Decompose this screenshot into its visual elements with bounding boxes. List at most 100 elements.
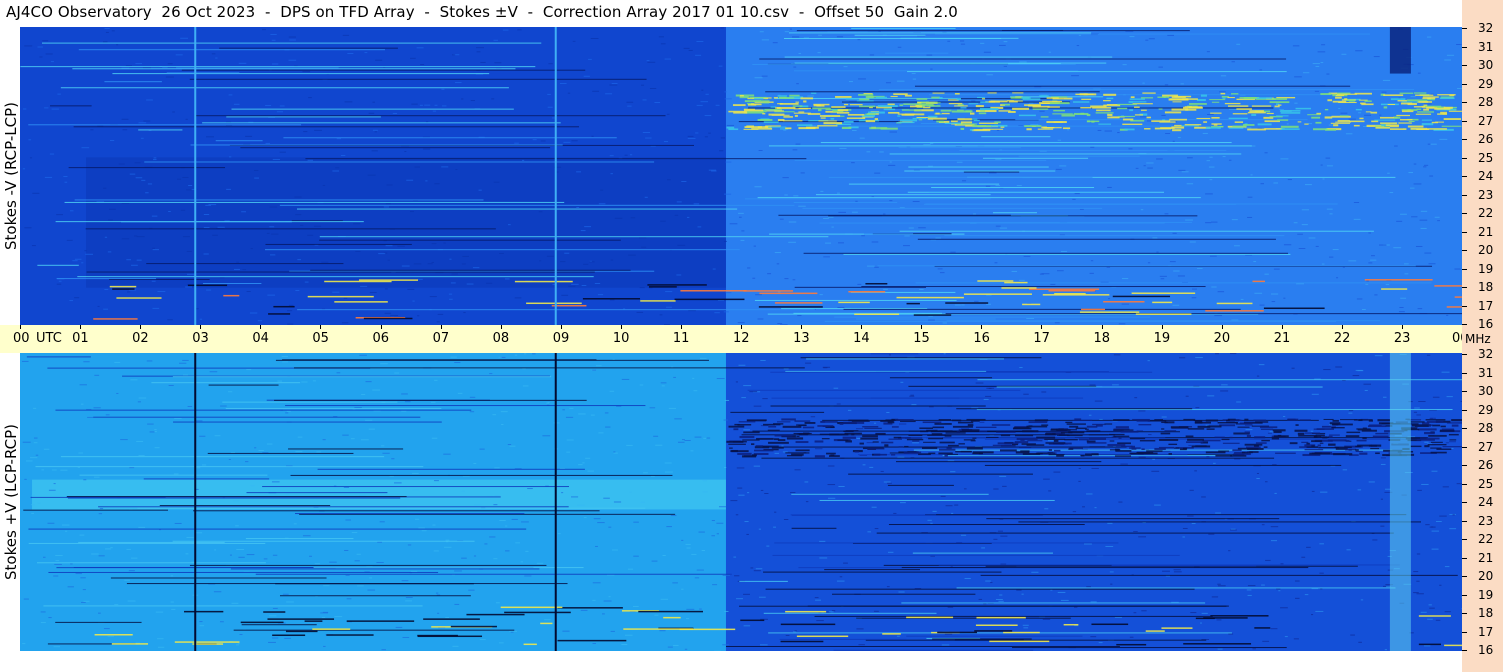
emission-dash xyxy=(891,426,899,428)
noise-speck xyxy=(1449,441,1456,443)
noise-speck xyxy=(455,169,458,171)
noise-speck xyxy=(736,467,745,469)
emission-dash xyxy=(1345,448,1357,451)
noise-speck xyxy=(1019,367,1023,369)
rfi-line xyxy=(778,214,1011,216)
emission-dash xyxy=(800,97,814,100)
emission-dash xyxy=(1361,429,1377,432)
noise-speck xyxy=(266,232,270,234)
emission-dash xyxy=(1415,113,1432,115)
noise-speck xyxy=(1028,102,1034,104)
noise-speck xyxy=(381,445,385,447)
noise-speck xyxy=(147,423,154,425)
noise-speck xyxy=(1208,533,1215,535)
noise-speck xyxy=(1148,38,1155,40)
emission-dash xyxy=(957,421,974,424)
interference-column xyxy=(1389,353,1411,651)
rfi-line xyxy=(319,239,621,241)
noise-speck xyxy=(1072,511,1077,513)
noise-speck xyxy=(1172,304,1180,306)
noise-speck xyxy=(387,259,390,261)
noise-speck xyxy=(93,407,101,409)
time-tick xyxy=(1041,325,1043,329)
rfi-line xyxy=(290,474,673,476)
emission-dash xyxy=(1244,418,1249,421)
noise-speck xyxy=(708,132,711,134)
noise-speck xyxy=(173,473,179,475)
noise-speck xyxy=(676,274,682,276)
emission-dash xyxy=(1059,434,1069,436)
noise-speck xyxy=(1270,540,1277,542)
noise-speck xyxy=(121,238,130,240)
noise-speck xyxy=(942,322,947,324)
emission-dash xyxy=(1451,419,1462,422)
noise-speck xyxy=(578,464,583,466)
noise-speck xyxy=(1195,407,1200,409)
noise-speck xyxy=(569,407,574,409)
emission-dash xyxy=(1170,426,1189,429)
emission-dash xyxy=(837,439,849,441)
noise-speck xyxy=(993,488,999,490)
noise-speck xyxy=(722,644,729,646)
noise-speck xyxy=(836,580,845,582)
rfi-line xyxy=(843,308,1241,310)
noise-speck xyxy=(838,485,845,487)
emission-dash xyxy=(754,97,764,100)
noise-speck xyxy=(747,267,751,269)
noise-speck xyxy=(956,161,963,163)
noise-speck xyxy=(1088,414,1092,416)
noise-speck xyxy=(309,555,312,557)
rfi-line xyxy=(803,252,1289,254)
low-band-dash xyxy=(111,643,149,645)
noise-speck xyxy=(514,354,518,356)
noise-speck xyxy=(767,273,772,275)
noise-speck xyxy=(170,575,174,577)
low-band-dash xyxy=(1364,279,1433,281)
emission-dash xyxy=(1113,435,1130,437)
noise-speck xyxy=(372,389,381,391)
emission-dash xyxy=(1337,93,1357,95)
noise-speck xyxy=(588,58,592,60)
frequency-tick-label: 25 xyxy=(1478,476,1494,491)
noise-speck xyxy=(1381,91,1387,93)
noise-speck xyxy=(777,323,783,325)
noise-speck xyxy=(776,263,780,265)
emission-dash xyxy=(904,94,912,97)
emission-dash xyxy=(986,436,999,438)
noise-speck xyxy=(1429,417,1433,419)
noise-speck xyxy=(759,31,764,33)
emission-dash xyxy=(765,125,781,127)
noise-speck xyxy=(140,137,144,139)
rfi-line xyxy=(848,183,1000,185)
noise-speck xyxy=(896,80,905,82)
emission-dash xyxy=(1088,434,1109,436)
emission-dash xyxy=(1261,439,1270,442)
emission-dash xyxy=(1012,443,1018,446)
emission-dash xyxy=(781,418,796,421)
emission-dash xyxy=(1426,421,1444,423)
low-band-dash xyxy=(184,610,224,613)
emission-dash xyxy=(970,420,980,422)
noise-speck xyxy=(659,630,666,632)
noise-speck xyxy=(673,376,676,378)
noise-speck xyxy=(1320,62,1324,64)
emission-dash xyxy=(1339,419,1358,421)
noise-speck xyxy=(1361,308,1366,310)
noise-speck xyxy=(741,230,745,232)
emission-dash xyxy=(1374,119,1396,121)
noise-speck xyxy=(918,227,926,229)
low-band-dash xyxy=(504,611,571,614)
emission-dash xyxy=(1434,108,1451,110)
rfi-line xyxy=(914,85,1351,87)
noise-speck xyxy=(1346,549,1351,551)
emission-dash xyxy=(1018,114,1036,117)
low-band-dash xyxy=(1183,643,1252,645)
noise-speck xyxy=(436,321,440,323)
noise-speck xyxy=(281,355,288,357)
noise-speck xyxy=(138,455,145,457)
noise-speck xyxy=(761,39,770,41)
noise-speck xyxy=(1199,622,1203,624)
noise-speck xyxy=(107,635,114,637)
emission-dash xyxy=(963,439,976,441)
noise-speck xyxy=(753,570,761,572)
